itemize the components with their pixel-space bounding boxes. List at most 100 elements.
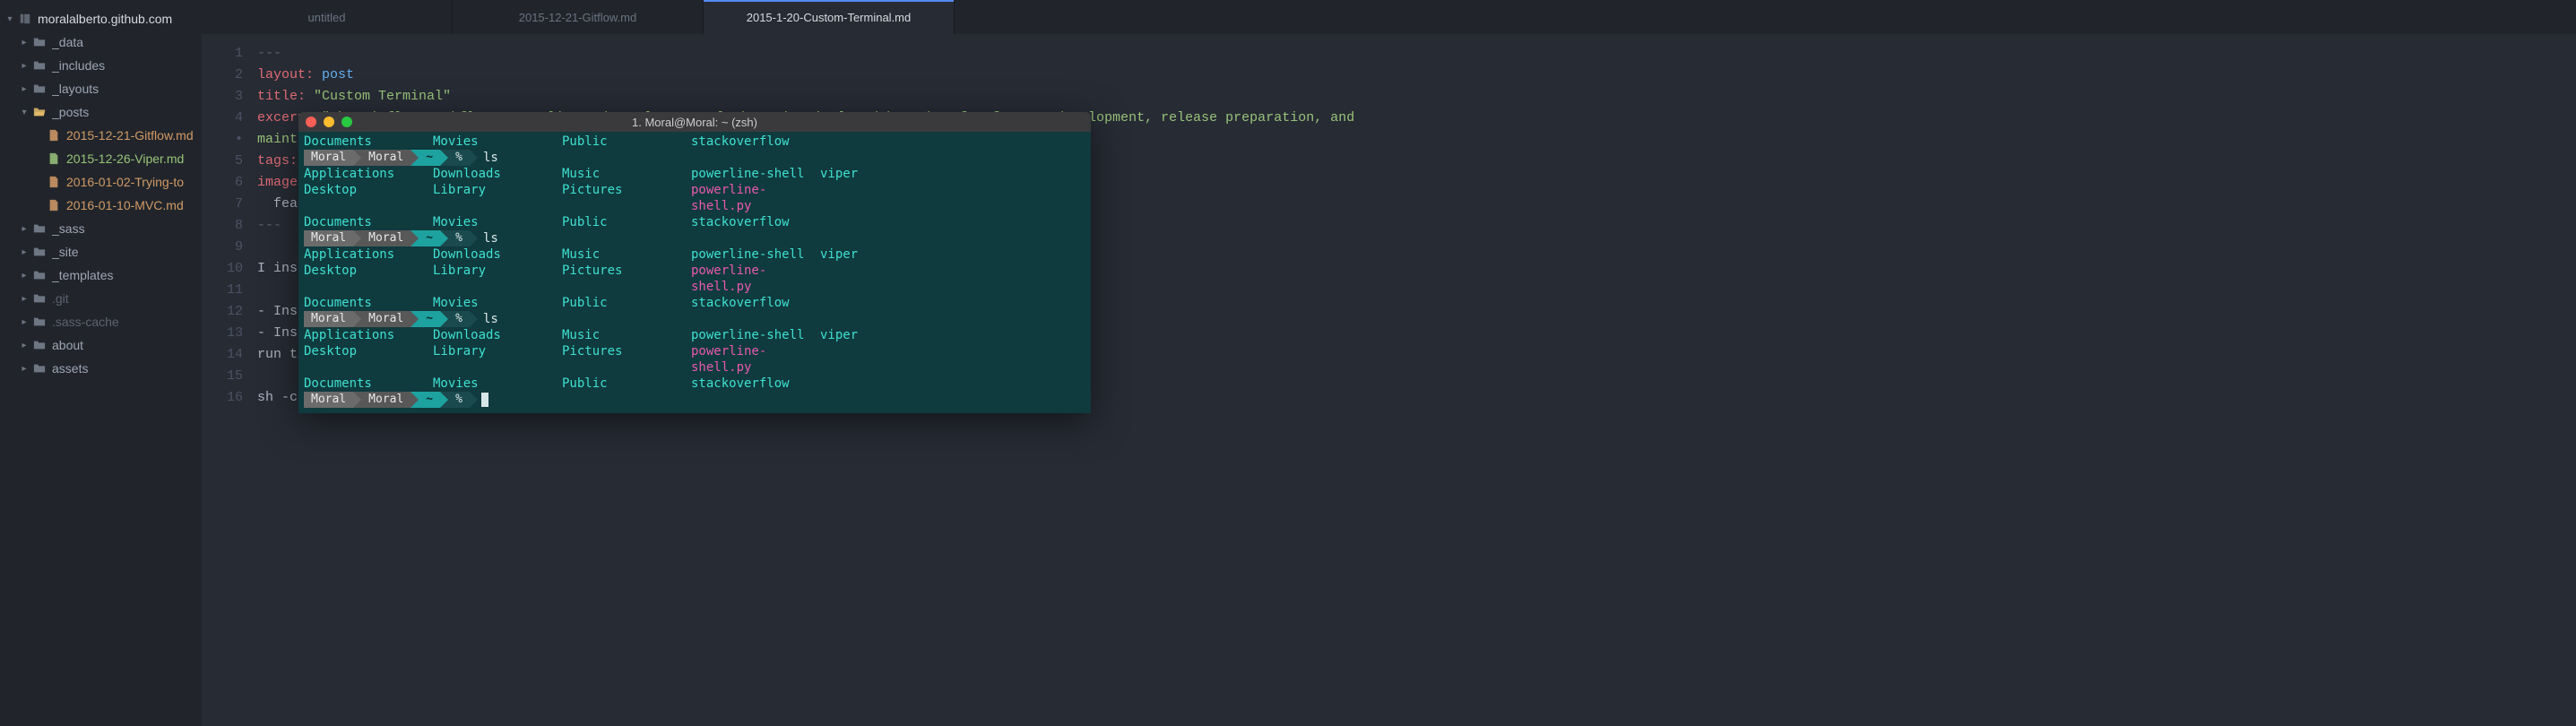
ls-cell: Pictures: [562, 343, 691, 376]
ls-cell: stackoverflow: [691, 214, 820, 230]
ls-cell: viper: [820, 327, 910, 343]
chevron-right-icon: [411, 392, 419, 408]
ls-row: DocumentsMoviesPublicstackoverflow: [304, 134, 1085, 150]
ls-cell: Music: [562, 166, 691, 182]
ls-cell: [820, 182, 910, 214]
tree-label: about: [52, 338, 83, 352]
tree-folder[interactable]: ▸_data: [0, 30, 202, 54]
folder-icon: [32, 338, 47, 352]
prompt-command: ls: [483, 150, 498, 166]
tree-folder[interactable]: ▸_templates: [0, 264, 202, 287]
tree-file[interactable]: 2015-12-26-Viper.md: [0, 147, 202, 170]
tree-folder[interactable]: ▸assets: [0, 357, 202, 380]
tree-file[interactable]: 2016-01-02-Trying-to: [0, 170, 202, 194]
ls-cell: Desktop: [304, 182, 433, 214]
tree-label: 2015-12-21-Gitflow.md: [66, 128, 194, 143]
line-number: 1: [202, 43, 257, 65]
tree-folder[interactable]: ▸_includes: [0, 54, 202, 77]
ls-cell: Pictures: [562, 263, 691, 295]
ls-cell: Library: [433, 182, 562, 214]
ls-cell: Public: [562, 134, 691, 150]
ls-cell: powerline-shell: [691, 166, 820, 182]
ls-cell: [820, 343, 910, 376]
ls-row: DocumentsMoviesPublicstackoverflow: [304, 376, 1085, 392]
terminal-body[interactable]: DocumentsMoviesPublicstackoverflow Moral…: [298, 132, 1091, 413]
tree-label: 2015-12-26-Viper.md: [66, 151, 184, 166]
line-number: 5: [202, 151, 257, 172]
terminal-window[interactable]: 1. Moral@Moral: ~ (zsh) DocumentsMoviesP…: [298, 112, 1091, 413]
ls-cell: Downloads: [433, 166, 562, 182]
ls-cell: powerline-shell.py: [691, 263, 820, 295]
chevron-right-icon: [353, 392, 361, 408]
tree-folder[interactable]: ▸.git: [0, 287, 202, 310]
line-number: 13: [202, 323, 257, 344]
tree-file[interactable]: 2015-12-21-Gitflow.md: [0, 124, 202, 147]
folder-icon: [32, 82, 47, 96]
prompt-dir: ~: [419, 311, 440, 327]
ls-cell: Documents: [304, 376, 433, 392]
tab[interactable]: 2015-1-20-Custom-Terminal.md: [704, 0, 955, 34]
ls-cell: Public: [562, 376, 691, 392]
line-number: 15: [202, 366, 257, 387]
ls-cell: Movies: [433, 134, 562, 150]
ls-row: DocumentsMoviesPublicstackoverflow: [304, 214, 1085, 230]
tree-folder[interactable]: ▸_site: [0, 240, 202, 264]
line-number: 12: [202, 301, 257, 323]
chevron-right-icon: ▸: [18, 269, 30, 281]
folder-icon: [32, 245, 47, 259]
tab-bar: untitled2015-12-21-Gitflow.md2015-1-20-C…: [202, 0, 2576, 34]
folder-icon: [32, 35, 47, 49]
ls-cell: Music: [562, 327, 691, 343]
prompt-symbol: %: [448, 150, 470, 166]
terminal-titlebar[interactable]: 1. Moral@Moral: ~ (zsh): [298, 112, 1091, 132]
terminal-prompt: Moral Moral ~ %: [304, 392, 1085, 408]
line-number: 6: [202, 172, 257, 194]
chevron-right-icon: [470, 230, 478, 246]
chevron-right-icon: [32, 176, 45, 188]
tree-folder[interactable]: ▸_layouts: [0, 77, 202, 100]
line-number: •: [202, 129, 257, 151]
line-number: 9: [202, 237, 257, 258]
chevron-right-icon: [470, 311, 478, 327]
prompt-command: ls: [483, 230, 498, 246]
tree-label: _posts: [52, 105, 89, 119]
tree-label: _layouts: [52, 82, 99, 96]
ls-cell: viper: [820, 246, 910, 263]
chevron-down-icon: ▾: [18, 106, 30, 118]
sidebar: ▾ moralalberto.github.com ▸_data▸_includ…: [0, 0, 202, 726]
tree-label: assets: [52, 361, 88, 376]
line-number: 10: [202, 258, 257, 280]
ls-cell: Applications: [304, 327, 433, 343]
chevron-right-icon: [411, 150, 419, 166]
chevron-right-icon: [440, 392, 448, 408]
prompt-host: Moral: [361, 311, 411, 327]
tab[interactable]: untitled: [202, 0, 453, 34]
chevron-right-icon: [353, 150, 361, 166]
ls-cell: Applications: [304, 246, 433, 263]
tree-label: 2016-01-10-MVC.md: [66, 198, 184, 212]
tree-folder[interactable]: ▸.sass-cache: [0, 310, 202, 333]
file-icon: [47, 128, 61, 143]
line-number: 11: [202, 280, 257, 301]
tree-label: _sass: [52, 221, 85, 236]
ls-cell: Documents: [304, 134, 433, 150]
tree-folder[interactable]: ▾ _posts: [0, 100, 202, 124]
tree-folder[interactable]: ▸ about: [0, 333, 202, 357]
ls-row: ApplicationsDownloadsMusicpowerline-shel…: [304, 246, 1085, 263]
chevron-right-icon: ▸: [18, 339, 30, 351]
folder-icon: [32, 268, 47, 282]
tree-folder[interactable]: ▸_sass: [0, 217, 202, 240]
tab[interactable]: 2015-12-21-Gitflow.md: [453, 0, 704, 34]
ls-row: DesktopLibraryPicturespowerline-shell.py: [304, 263, 1085, 295]
ls-cell: powerline-shell.py: [691, 343, 820, 376]
ls-cell: stackoverflow: [691, 295, 820, 311]
ls-cell: [820, 214, 910, 230]
tree-file[interactable]: 2016-01-10-MVC.md: [0, 194, 202, 217]
chevron-right-icon: [440, 311, 448, 327]
tree-root[interactable]: ▾ moralalberto.github.com: [0, 7, 202, 30]
prompt-dir: ~: [419, 230, 440, 246]
ls-cell: powerline-shell: [691, 246, 820, 263]
ls-cell: [820, 263, 910, 295]
line-number: 8: [202, 215, 257, 237]
folder-icon: [32, 58, 47, 73]
